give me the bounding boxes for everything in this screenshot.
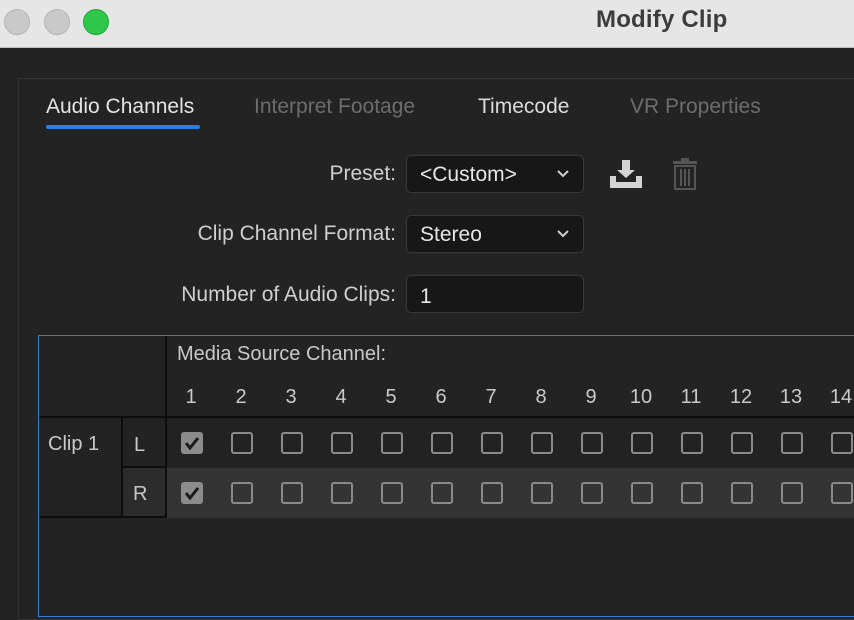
delete-preset-icon[interactable] [670,157,700,191]
column-number-1: 1 [185,386,197,408]
tab-interpret-footage[interactable]: Interpret Footage [254,95,415,119]
channel-checkbox-r-9[interactable] [581,482,603,504]
active-tab-indicator [46,125,200,129]
chevron-down-icon [557,230,569,238]
channel-checkbox-r-10[interactable] [631,482,653,504]
window-title: Modify Clip [596,6,728,33]
column-number-12: 12 [729,386,753,408]
column-number-3: 3 [285,386,297,408]
preset-value: <Custom> [420,163,517,186]
column-number-9: 9 [585,386,597,408]
number-of-audio-clips-label: Number of Audio Clips: [181,283,396,306]
channel-checkbox-l-5[interactable] [381,432,403,454]
chevron-down-icon [557,170,569,178]
column-number-4: 4 [335,386,347,408]
checkmark-icon [184,487,200,501]
minimize-window-button[interactable] [44,9,70,35]
column-number-8: 8 [535,386,547,408]
channel-checkbox-l-14[interactable] [831,432,853,454]
clip-label: Clip 1 [48,433,100,455]
channel-label-r: R [133,483,148,505]
channel-checkbox-l-3[interactable] [281,432,303,454]
title-bar: Modify Clip [0,0,854,48]
channel-checkbox-l-12[interactable] [731,432,753,454]
channel-checkbox-l-1[interactable] [181,432,203,454]
column-number-5: 5 [385,386,397,408]
channel-label-l: L [134,434,146,456]
column-number-7: 7 [485,386,497,408]
column-number-2: 2 [235,386,247,408]
channel-checkbox-l-7[interactable] [481,432,503,454]
channel-checkbox-l-2[interactable] [231,432,253,454]
channel-checkbox-r-1[interactable] [181,482,203,504]
channel-checkbox-r-13[interactable] [781,482,803,504]
channel-checkbox-l-13[interactable] [781,432,803,454]
channel-checkbox-r-7[interactable] [481,482,503,504]
channel-checkbox-l-8[interactable] [531,432,553,454]
column-number-11: 11 [680,386,702,408]
channel-checkbox-l-11[interactable] [681,432,703,454]
preset-label: Preset: [329,162,396,185]
clip-channel-format-label: Clip Channel Format: [197,222,396,245]
channel-checkbox-r-4[interactable] [331,482,353,504]
channel-checkbox-r-5[interactable] [381,482,403,504]
checkmark-icon [184,437,200,451]
tab-timecode[interactable]: Timecode [478,95,569,119]
channel-checkbox-r-12[interactable] [731,482,753,504]
preset-dropdown[interactable]: <Custom> [406,155,584,193]
number-of-audio-clips-value: 1 [420,285,432,308]
channel-checkbox-l-10[interactable] [631,432,653,454]
save-preset-icon[interactable] [608,158,644,190]
channel-checkbox-r-2[interactable] [231,482,253,504]
channel-checkbox-r-6[interactable] [431,482,453,504]
channel-checkbox-l-6[interactable] [431,432,453,454]
media-source-channel-header: Media Source Channel: [177,343,387,365]
channel-checkbox-r-8[interactable] [531,482,553,504]
tab-vr-properties[interactable]: VR Properties [630,95,761,119]
close-window-button[interactable] [4,9,30,35]
tab-audio-channels[interactable]: Audio Channels [46,95,194,119]
zoom-window-button[interactable] [83,9,109,35]
channel-checkbox-l-4[interactable] [331,432,353,454]
channel-checkbox-r-3[interactable] [281,482,303,504]
column-number-13: 13 [779,386,803,408]
column-number-10: 10 [629,386,653,408]
channel-checkbox-r-14[interactable] [831,482,853,504]
number-of-audio-clips-field[interactable]: 1 [406,275,584,313]
column-number-6: 6 [435,386,447,408]
channel-checkbox-l-9[interactable] [581,432,603,454]
column-number-14: 14 [829,386,853,408]
clip-channel-format-dropdown[interactable]: Stereo [406,215,584,253]
channel-checkbox-r-11[interactable] [681,482,703,504]
clip-channel-format-value: Stereo [420,223,482,246]
